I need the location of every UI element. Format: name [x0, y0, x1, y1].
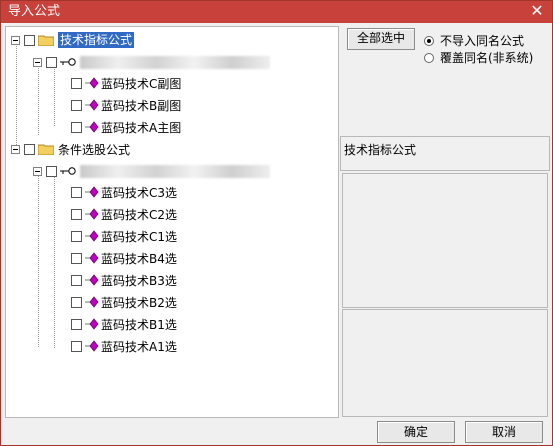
- item-checkbox[interactable]: [71, 77, 82, 89]
- tree-item[interactable]: 蓝码技术B3选: [71, 271, 177, 289]
- item-checkbox[interactable]: [71, 318, 82, 330]
- item-checkbox[interactable]: [71, 99, 82, 111]
- formula-tree: 技术指标公式 蓝码技术C副图 蓝码技术B副图 蓝码技术A主图 条件选股公式 蓝码…: [5, 26, 339, 418]
- tree-guide-line: [54, 172, 55, 348]
- tree-item[interactable]: 蓝码技术C副图: [71, 74, 181, 92]
- options-panel: 全部选中 不导入同名公式 覆盖同名(非系统) 技术指标公式: [340, 26, 550, 417]
- tree-item[interactable]: 蓝码技术A1选: [71, 337, 177, 355]
- item-checkbox[interactable]: [71, 208, 82, 220]
- radio-label[interactable]: 不导入同名公式: [440, 32, 524, 49]
- item-checkbox[interactable]: [71, 230, 82, 242]
- collapse-toggle-icon[interactable]: [11, 35, 20, 45]
- item-checkbox[interactable]: [71, 340, 82, 352]
- description-panel: [342, 173, 548, 308]
- radio-label[interactable]: 覆盖同名(非系统): [440, 49, 533, 66]
- tree-item[interactable]: 蓝码技术B4选: [71, 249, 177, 267]
- formula-icon: [85, 318, 99, 330]
- tree-item[interactable]: 蓝码技术B副图: [71, 96, 181, 114]
- tree-item[interactable]: 蓝码技术B1选: [71, 315, 177, 333]
- formula-icon: [85, 296, 99, 308]
- item-checkbox[interactable]: [71, 186, 82, 198]
- tree-item-label[interactable]: 蓝码技术B2选: [101, 294, 177, 311]
- close-icon[interactable]: ✕: [528, 2, 546, 20]
- redacted-author: [80, 164, 270, 178]
- group-checkbox[interactable]: [24, 34, 35, 46]
- key-icon: [60, 58, 76, 66]
- tree-item-label[interactable]: 蓝码技术A主图: [101, 119, 181, 136]
- tree-item-label[interactable]: 蓝码技术B1选: [101, 316, 177, 333]
- tree-item[interactable]: 蓝码技术A主图: [71, 118, 181, 136]
- subgroup-checkbox[interactable]: [46, 56, 57, 68]
- redacted-author: [80, 55, 270, 69]
- tree-guide-line: [16, 41, 17, 149]
- ok-button[interactable]: 确定: [377, 421, 455, 443]
- tree-subgroup[interactable]: [33, 162, 270, 180]
- tree-guide-line: [38, 173, 39, 347]
- tree-group-indicator[interactable]: 技术指标公式: [11, 31, 135, 49]
- collapse-toggle-icon[interactable]: [33, 166, 42, 176]
- tree-item-label[interactable]: 蓝码技术C2选: [101, 206, 177, 223]
- folder-icon: [38, 144, 54, 155]
- tree-item[interactable]: 蓝码技术C3选: [71, 183, 177, 201]
- item-checkbox[interactable]: [71, 296, 82, 308]
- select-all-button[interactable]: 全部选中: [347, 28, 415, 50]
- category-label-panel: 技术指标公式: [340, 136, 550, 171]
- tree-item-label[interactable]: 蓝码技术C3选: [101, 184, 177, 201]
- formula-icon: [85, 77, 99, 89]
- formula-icon: [85, 186, 99, 198]
- tree-guide-line: [54, 63, 55, 126]
- radio-button-icon[interactable]: [424, 35, 434, 46]
- group-checkbox[interactable]: [24, 143, 35, 155]
- formula-icon: [85, 274, 99, 286]
- collapse-toggle-icon[interactable]: [33, 57, 42, 67]
- tree-guide-line: [38, 64, 39, 135]
- radio-skip-duplicates[interactable]: 不导入同名公式: [424, 32, 524, 49]
- radio-overwrite-duplicates[interactable]: 覆盖同名(非系统): [424, 49, 533, 66]
- folder-icon: [38, 35, 54, 46]
- item-checkbox[interactable]: [71, 252, 82, 264]
- detail-panel: [342, 309, 548, 417]
- radio-button-icon[interactable]: [424, 52, 434, 63]
- formula-icon: [85, 208, 99, 220]
- tree-item-label[interactable]: 蓝码技术B副图: [101, 97, 181, 114]
- tree-item-label[interactable]: 蓝码技术A1选: [101, 338, 177, 355]
- formula-icon: [85, 340, 99, 352]
- formula-icon: [85, 99, 99, 111]
- item-checkbox[interactable]: [71, 274, 82, 286]
- tree-item-label[interactable]: 蓝码技术B4选: [101, 250, 177, 267]
- tree-item[interactable]: 蓝码技术C2选: [71, 205, 177, 223]
- tree-item[interactable]: 蓝码技术B2选: [71, 293, 177, 311]
- tree-item-label[interactable]: 蓝码技术B3选: [101, 272, 177, 289]
- category-label: 技术指标公式: [344, 143, 417, 157]
- formula-icon: [85, 121, 99, 133]
- tree-subgroup[interactable]: [33, 53, 270, 71]
- subgroup-checkbox[interactable]: [46, 165, 57, 177]
- tree-item-label[interactable]: 蓝码技术C副图: [101, 75, 181, 92]
- formula-icon: [85, 252, 99, 264]
- cancel-button[interactable]: 取消: [465, 421, 543, 443]
- import-formula-dialog: 导入公式 ✕ 技术指标公式 蓝码技术C副图 蓝码技术B副图 蓝码技术A主图 条件…: [0, 0, 553, 446]
- title-bar: 导入公式 ✕: [1, 1, 552, 23]
- item-checkbox[interactable]: [71, 121, 82, 133]
- key-icon: [60, 167, 76, 175]
- tree-group-stock[interactable]: 条件选股公式: [11, 140, 130, 158]
- tree-group-label[interactable]: 条件选股公式: [58, 141, 130, 158]
- tree-item[interactable]: 蓝码技术C1选: [71, 227, 177, 245]
- tree-item-label[interactable]: 蓝码技术C1选: [101, 228, 177, 245]
- formula-icon: [85, 230, 99, 242]
- window-title: 导入公式: [8, 4, 61, 19]
- tree-group-label[interactable]: 技术指标公式: [58, 32, 135, 48]
- collapse-toggle-icon[interactable]: [11, 144, 20, 154]
